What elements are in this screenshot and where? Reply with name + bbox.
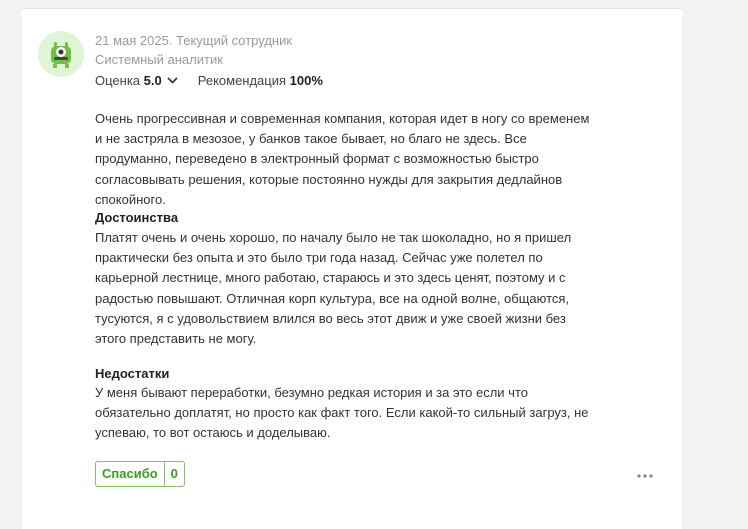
recommend-value: 100% [289,73,323,88]
thanks-count: 0 [163,462,184,486]
avatar [38,31,84,77]
rating-row: Оценка 5.0 Рекомендация 100% [95,73,323,88]
cons-text: У меня бывают переработки, безумно редка… [95,385,589,441]
review-date-status: 21 мая 2025. Текущий сотрудник [95,33,293,48]
recommend-label: Рекомендация [197,73,287,88]
monster-avatar-icon [51,42,71,68]
more-dots-icon[interactable] [637,469,653,479]
page-background-right [682,0,748,512]
review-card: 21 мая 2025. Текущий сотрудник Системный… [22,8,682,529]
cons-heading: Недостатки [95,366,170,381]
review-position: Системный аналитик [95,52,223,67]
thanks-label[interactable]: Спасибо [96,462,164,486]
chevron-down-icon[interactable] [167,77,178,84]
rating-label: Оценка [95,73,141,88]
review-intro: Очень прогрессивная и современная компан… [95,111,590,207]
rating-value: 5.0 [143,73,162,88]
thanks-button[interactable]: Спасибо 0 [95,461,185,487]
pros-heading: Достоинства [95,210,179,225]
pros-text: Платят очень и очень хорошо, по началу б… [95,230,572,347]
